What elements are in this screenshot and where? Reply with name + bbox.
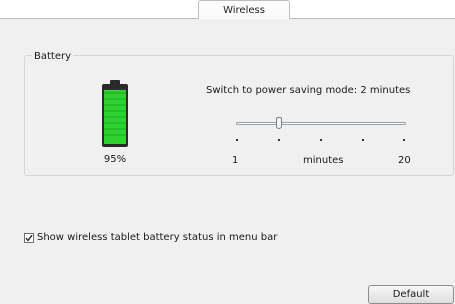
show-battery-status-label: Show wireless tablet battery status in m… bbox=[37, 232, 278, 243]
slider-max-label: 20 bbox=[398, 155, 411, 166]
battery-group-label: Battery bbox=[32, 51, 74, 62]
slider-track bbox=[236, 122, 406, 125]
slider-min-label: 1 bbox=[232, 155, 239, 166]
battery-group bbox=[24, 55, 454, 176]
default-button[interactable]: Default bbox=[368, 285, 454, 304]
checkmark-icon bbox=[25, 234, 33, 242]
power-saving-label: Switch to power saving mode: 2 minutes bbox=[206, 85, 411, 96]
power-saving-slider[interactable] bbox=[236, 117, 406, 130]
slider-tick bbox=[320, 139, 322, 141]
slider-tick bbox=[403, 139, 405, 141]
slider-unit-label: minutes bbox=[303, 155, 344, 166]
slider-thumb[interactable] bbox=[276, 117, 282, 129]
slider-tick bbox=[362, 139, 364, 141]
show-battery-status-checkbox[interactable] bbox=[24, 232, 34, 243]
slider-tick bbox=[236, 139, 238, 141]
battery-percent-label: 95% bbox=[103, 154, 127, 165]
slider-tick bbox=[278, 139, 280, 141]
show-battery-status-option[interactable]: Show wireless tablet battery status in m… bbox=[24, 232, 277, 243]
tab-wireless[interactable]: Wireless bbox=[198, 0, 290, 19]
battery-icon bbox=[102, 80, 128, 147]
